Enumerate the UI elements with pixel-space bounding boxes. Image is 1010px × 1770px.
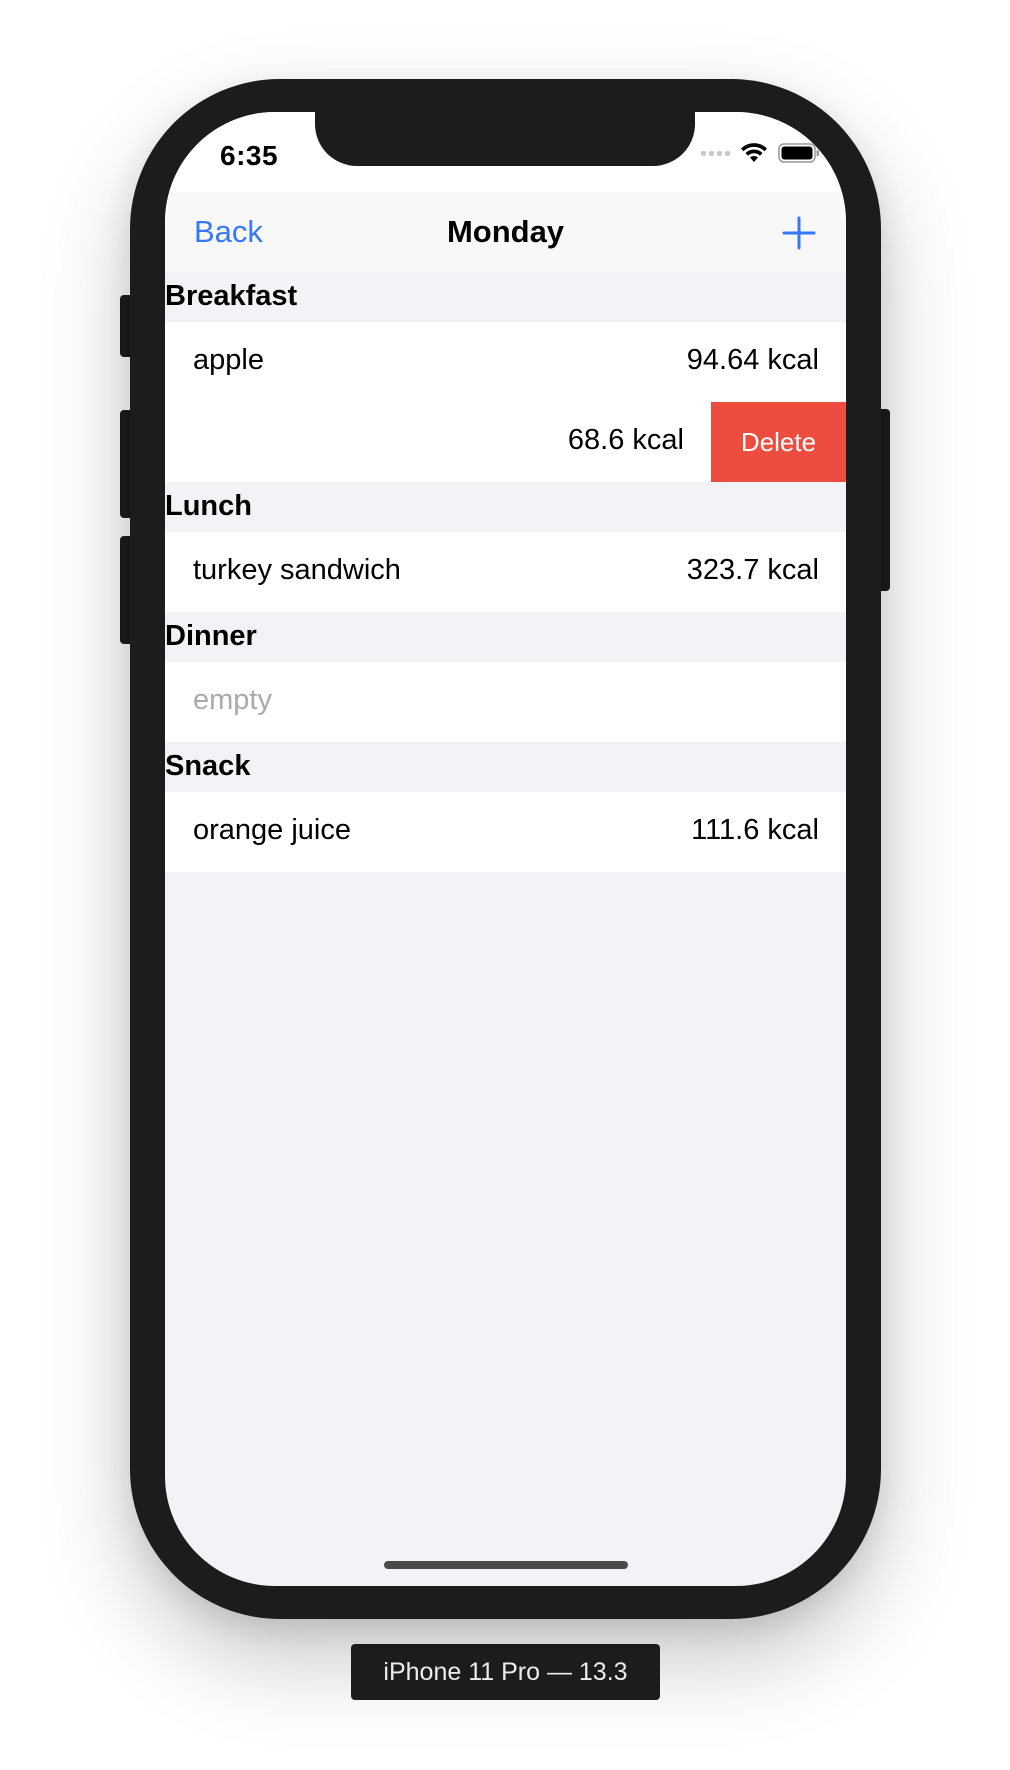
screen: 6:35 Back Monday Breakfast apple 94.64 k… (165, 112, 846, 1586)
battery-icon (778, 143, 819, 163)
list-item-empty: empty (165, 662, 846, 742)
status-time: 6:35 (220, 140, 279, 171)
food-name: orange juice (193, 814, 351, 846)
plus-icon[interactable] (782, 216, 816, 250)
list-item[interactable]: apple 94.64 kcal (165, 322, 846, 402)
notch (315, 112, 695, 166)
section-header-breakfast: Breakfast (165, 280, 298, 312)
simulator-device-label: iPhone 11 Pro — 13.3 (351, 1644, 660, 1700)
list-item-swiped[interactable]: 68.6 kcal Delete (165, 402, 846, 482)
food-kcal: 111.6 kcal (691, 814, 819, 846)
navigation-bar: Back Monday (165, 192, 846, 272)
section-header-lunch: Lunch (165, 490, 252, 522)
food-name: turkey sandwich (193, 554, 401, 586)
home-indicator[interactable] (384, 1561, 628, 1569)
section-header-snack: Snack (165, 750, 251, 782)
food-kcal: 68.6 kcal (567, 424, 684, 456)
food-kcal: 323.7 kcal (686, 554, 819, 586)
page-title: Monday (446, 214, 565, 249)
food-kcal: 94.64 kcal (686, 344, 819, 376)
list-item[interactable]: orange juice 111.6 kcal (165, 792, 846, 872)
empty-placeholder: empty (193, 684, 272, 716)
cellular-signal-icon (701, 150, 730, 156)
section-header-dinner: Dinner (165, 620, 257, 652)
food-name: apple (193, 344, 264, 376)
delete-button[interactable]: Delete (711, 402, 846, 482)
wifi-icon (741, 143, 767, 162)
status-icons (701, 142, 820, 164)
list-item[interactable]: turkey sandwich 323.7 kcal (165, 532, 846, 612)
